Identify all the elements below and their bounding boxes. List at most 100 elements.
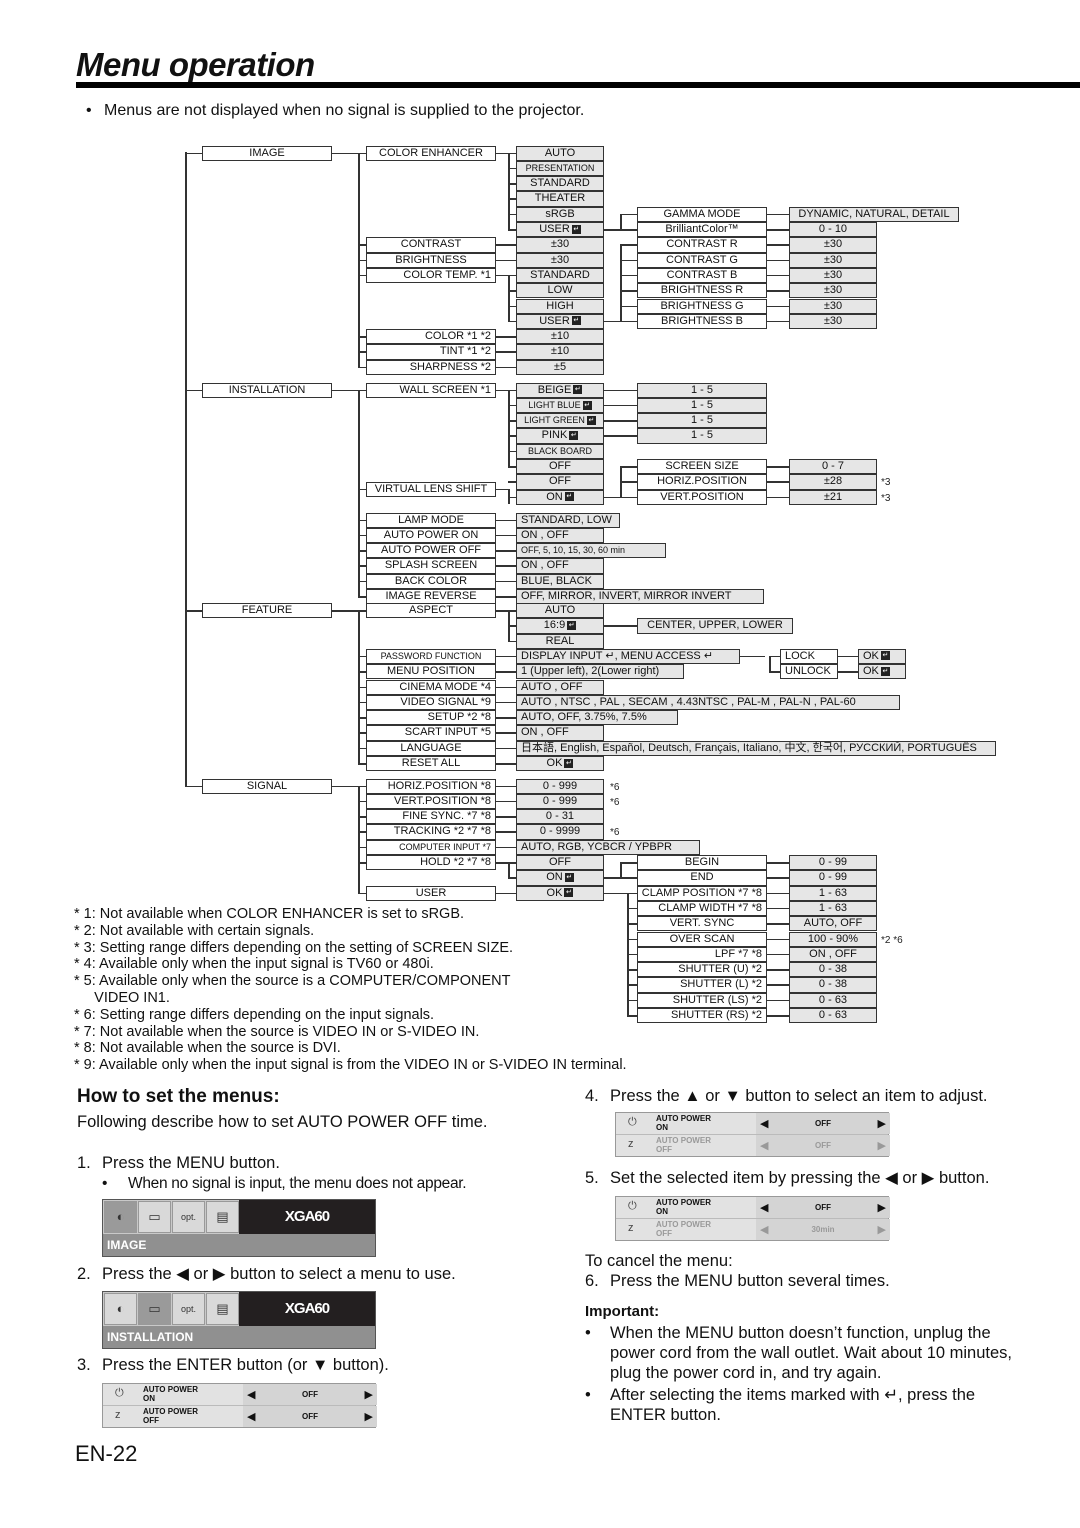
box-label: ±10 <box>550 345 570 358</box>
box-label: AUTO, OFF, 3.75%, 7.5% <box>521 711 647 724</box>
box-label: ±21 <box>823 490 843 503</box>
menu-setting-row[interactable]: ⏻ AUTO POWER ON ◀ OFF ▶ <box>616 1197 890 1219</box>
connector-line <box>496 816 516 818</box>
step-2: 2. Press the ◀ or ▶ button to select a me… <box>77 1264 456 1284</box>
right-arrow-icon[interactable]: ▶ <box>878 1201 886 1214</box>
menu-value: OFF, 5, 10, 15, 30, 60 min <box>516 543 666 559</box>
box-label: INSTALLATION <box>228 383 306 396</box>
setting-value-control[interactable]: ◀ OFF ▶ <box>243 1384 377 1405</box>
setting-value: OFF <box>302 1390 318 1399</box>
enter-icon: ↵ <box>571 316 581 326</box>
right-arrow-icon[interactable]: ▶ <box>878 1139 886 1152</box>
menu-option: STANDARD <box>516 267 604 284</box>
connector-line <box>496 892 516 895</box>
menu-item: SHUTTER (L) *2 <box>637 977 767 993</box>
connector-line <box>620 244 637 246</box>
menu-setting-row[interactable]: ⏻ AUTO POWER ON ◀ OFF ▶ <box>616 1113 890 1135</box>
connector-line <box>620 877 637 879</box>
image-menu-icon[interactable]: ◐ <box>104 1293 137 1325</box>
connector-line <box>508 404 516 407</box>
right-arrow-icon[interactable]: ▶ <box>365 1410 373 1423</box>
connector-line <box>496 686 516 688</box>
menu-option: ON ↵ <box>516 870 604 886</box>
box-label: VIDEO SIGNAL *9 <box>400 695 491 708</box>
menu-option: LIGHT GREEN ↵ <box>516 413 604 429</box>
signal-menu-icon[interactable]: ▤ <box>206 1293 239 1325</box>
power-on-icon: ⏻ <box>115 1387 124 1399</box>
installation-menu-icon[interactable]: ▭ <box>138 1201 171 1233</box>
right-arrow-icon[interactable]: ▶ <box>878 1117 886 1130</box>
box-label: USER <box>415 886 447 899</box>
box-label: COLOR TEMP. *1 <box>403 268 491 281</box>
box-label: IMAGE <box>249 146 285 159</box>
menu-option: PRESENTATION <box>516 160 604 177</box>
connector-line <box>496 747 516 750</box>
menu-item: END <box>637 870 767 886</box>
menu-value: ±28 <box>789 474 877 490</box>
connector-line <box>769 655 780 658</box>
connector-line <box>358 488 366 491</box>
setting-value-control[interactable]: ◀ OFF ▶ <box>756 1113 890 1134</box>
signal-menu-icon[interactable]: ▤ <box>206 1201 239 1233</box>
menu-setting-row[interactable]: z AUTO POWER OFF ◀ OFF ▶ <box>103 1406 377 1427</box>
box-label: 日本語, English, Español, Deutsch, Français… <box>521 741 977 754</box>
power-on-icon: ⏻ <box>628 1200 637 1212</box>
menu-option: BLACK BOARD <box>516 443 604 459</box>
footnote: * 9: Available only when the input signa… <box>74 1057 627 1074</box>
box-label: ON <box>546 490 563 503</box>
menu-option: BEIGE ↵ <box>516 382 604 398</box>
menu-item: VERT.POSITION <box>637 489 767 505</box>
box-label: LOCK <box>785 649 815 662</box>
connector-line <box>496 596 516 598</box>
connector-line <box>358 596 366 598</box>
setting-value-control[interactable]: ◀ OFF ▶ <box>243 1406 377 1427</box>
installation-menu-icon[interactable]: ▭ <box>138 1293 171 1325</box>
right-arrow-icon[interactable]: ▶ <box>878 1223 886 1236</box>
menu-item: MENU POSITION <box>366 664 496 680</box>
box-label: OFF <box>549 460 571 472</box>
connector-line <box>185 785 202 787</box>
menu-setting-row[interactable]: z AUTO POWER OFF ◀ 30min ▶ <box>616 1219 890 1240</box>
connector-line <box>627 907 637 910</box>
box-label: OK <box>863 649 879 662</box>
connector-line <box>496 244 516 246</box>
image-menu-icon[interactable]: ◐ <box>104 1201 137 1233</box>
right-arrow-icon[interactable]: ▶ <box>365 1388 373 1401</box>
menu-setting-row[interactable]: ⏻ AUTO POWER ON ◀ OFF ▶ <box>103 1384 377 1406</box>
box-label: LIGHT BLUE <box>528 399 581 410</box>
box-label: PRESENTATION <box>525 162 595 173</box>
enter-icon: ↵ <box>880 666 890 676</box>
connector-line <box>604 404 637 407</box>
step-number: 4. <box>585 1087 599 1105</box>
connector-line <box>508 496 516 499</box>
menu-item: CONTRAST R <box>637 237 767 253</box>
box-label: OFF, MIRROR, INVERT, MIRROR INVERT <box>521 590 732 603</box>
connector-line <box>620 213 637 216</box>
menu-value: 0 - 7 <box>789 459 877 475</box>
menu-value: 0 - 999 <box>516 778 604 794</box>
feature-menu-icon[interactable]: opt. <box>172 1293 205 1325</box>
connector-line <box>496 785 516 787</box>
setting-value-control[interactable]: ◀ OFF ▶ <box>756 1135 890 1156</box>
box-label: OK <box>546 757 563 769</box>
menu-setting-row[interactable]: z AUTO POWER OFF ◀ OFF ▶ <box>616 1135 890 1156</box>
menu-option: ON ↵ <box>516 489 604 505</box>
menu-bar-image: ◐ ▭ opt. ▤ XGA60 IMAGE <box>102 1199 376 1257</box>
menu-value: 0 - 99 <box>789 855 877 871</box>
box-label: OFF <box>549 856 571 868</box>
menu-item: SHARPNESS *2 <box>366 359 496 375</box>
box-label: REAL <box>545 634 575 647</box>
setting-value-control[interactable]: ◀ 30min ▶ <box>756 1219 890 1240</box>
footnote: * 5: Available only when the source is a… <box>74 973 511 990</box>
connector-line <box>767 305 789 307</box>
box-label: BrilliantColor™ <box>665 223 739 235</box>
connector-line <box>508 420 516 422</box>
howto-description: Following describe how to set AUTO POWER… <box>77 1113 488 1131</box>
feature-menu-icon[interactable]: opt. <box>172 1201 205 1233</box>
intro-note: • Menus are not displayed when no signal … <box>86 102 585 119</box>
box-label: ±30 <box>823 284 843 297</box>
connector-line <box>604 420 637 422</box>
connector-line <box>358 336 366 338</box>
menu-item: SHUTTER (LS) *2 <box>637 992 767 1008</box>
setting-value-control[interactable]: ◀ OFF ▶ <box>756 1197 890 1218</box>
